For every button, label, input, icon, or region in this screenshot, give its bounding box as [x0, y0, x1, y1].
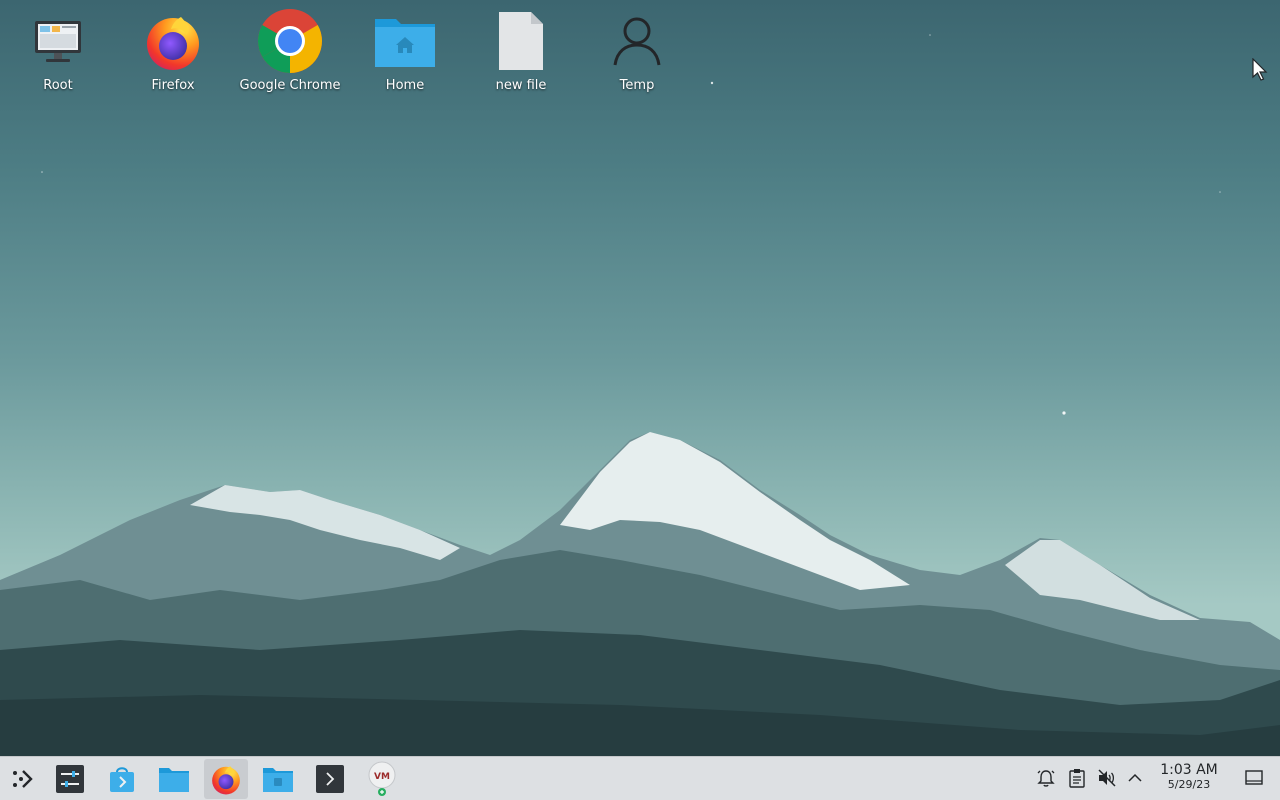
desktop-icon-label: Temp — [619, 78, 655, 93]
desktop-icon-label: Google Chrome — [239, 78, 341, 93]
desktop-icon-new-file[interactable]: new file — [466, 6, 576, 93]
digital-clock[interactable]: 1:03 AM 5/29/23 — [1152, 763, 1226, 790]
folder-icon — [263, 768, 293, 792]
show-desktop-icon — [1245, 770, 1263, 785]
store-icon — [110, 767, 134, 792]
tray-volume[interactable] — [1096, 767, 1118, 789]
home-folder-icon — [375, 19, 435, 67]
vm-icon: VM — [368, 761, 396, 796]
chrome-icon — [258, 9, 322, 73]
computer-icon — [35, 21, 81, 62]
taskbar: VM 1:03 AM 5/29/23 — [0, 756, 1280, 800]
clock-date: 5/29/23 — [1167, 778, 1211, 791]
show-desktop-button[interactable] — [1243, 767, 1265, 789]
clock-time: 1:03 AM — [1160, 762, 1218, 778]
volume-muted-icon — [1098, 769, 1116, 787]
firefox-icon — [147, 17, 199, 70]
desktop-icon-label: new file — [495, 78, 547, 93]
svg-text:VM: VM — [374, 772, 390, 782]
clipboard-icon — [1069, 769, 1085, 788]
taskbar-discover-store[interactable] — [100, 759, 144, 799]
application-launcher-button[interactable] — [0, 759, 44, 799]
tray-expand[interactable] — [1124, 767, 1146, 789]
taskbar-system-settings[interactable] — [48, 759, 92, 799]
desktop: Root Firefox Google Chrome Home new file… — [0, 0, 1280, 756]
desktop-icon-temp[interactable]: Temp — [582, 6, 692, 93]
desktop-icon-label: Root — [43, 78, 73, 93]
desktop-icon-label: Home — [385, 78, 425, 93]
tray-clipboard[interactable] — [1066, 767, 1088, 789]
terminal-icon — [316, 765, 344, 793]
mouse-cursor-icon — [1252, 58, 1268, 81]
taskbar-files[interactable] — [256, 759, 300, 799]
desktop-icon-home[interactable]: Home — [350, 6, 460, 93]
chevron-up-icon — [1128, 773, 1142, 782]
taskbar-virt-manager[interactable]: VM — [360, 759, 404, 799]
notifications-icon — [1037, 770, 1055, 787]
user-icon — [613, 17, 661, 66]
desktop-icon-google-chrome[interactable]: Google Chrome — [235, 6, 345, 93]
tray-notifications[interactable] — [1035, 767, 1057, 789]
desktop-icon-label: Firefox — [151, 78, 195, 93]
taskbar-terminal[interactable] — [308, 759, 352, 799]
desktop-icon-firefox[interactable]: Firefox — [118, 6, 228, 93]
taskbar-firefox[interactable] — [204, 759, 248, 799]
firefox-icon — [212, 766, 240, 795]
file-icon — [499, 12, 543, 70]
launcher-icon — [13, 770, 33, 788]
folder-icon — [159, 768, 189, 792]
desktop-icon-root[interactable]: Root — [3, 6, 113, 93]
taskbar-file-manager[interactable] — [152, 759, 196, 799]
wallpaper-image — [0, 34, 1280, 756]
settings-icon — [56, 765, 84, 793]
